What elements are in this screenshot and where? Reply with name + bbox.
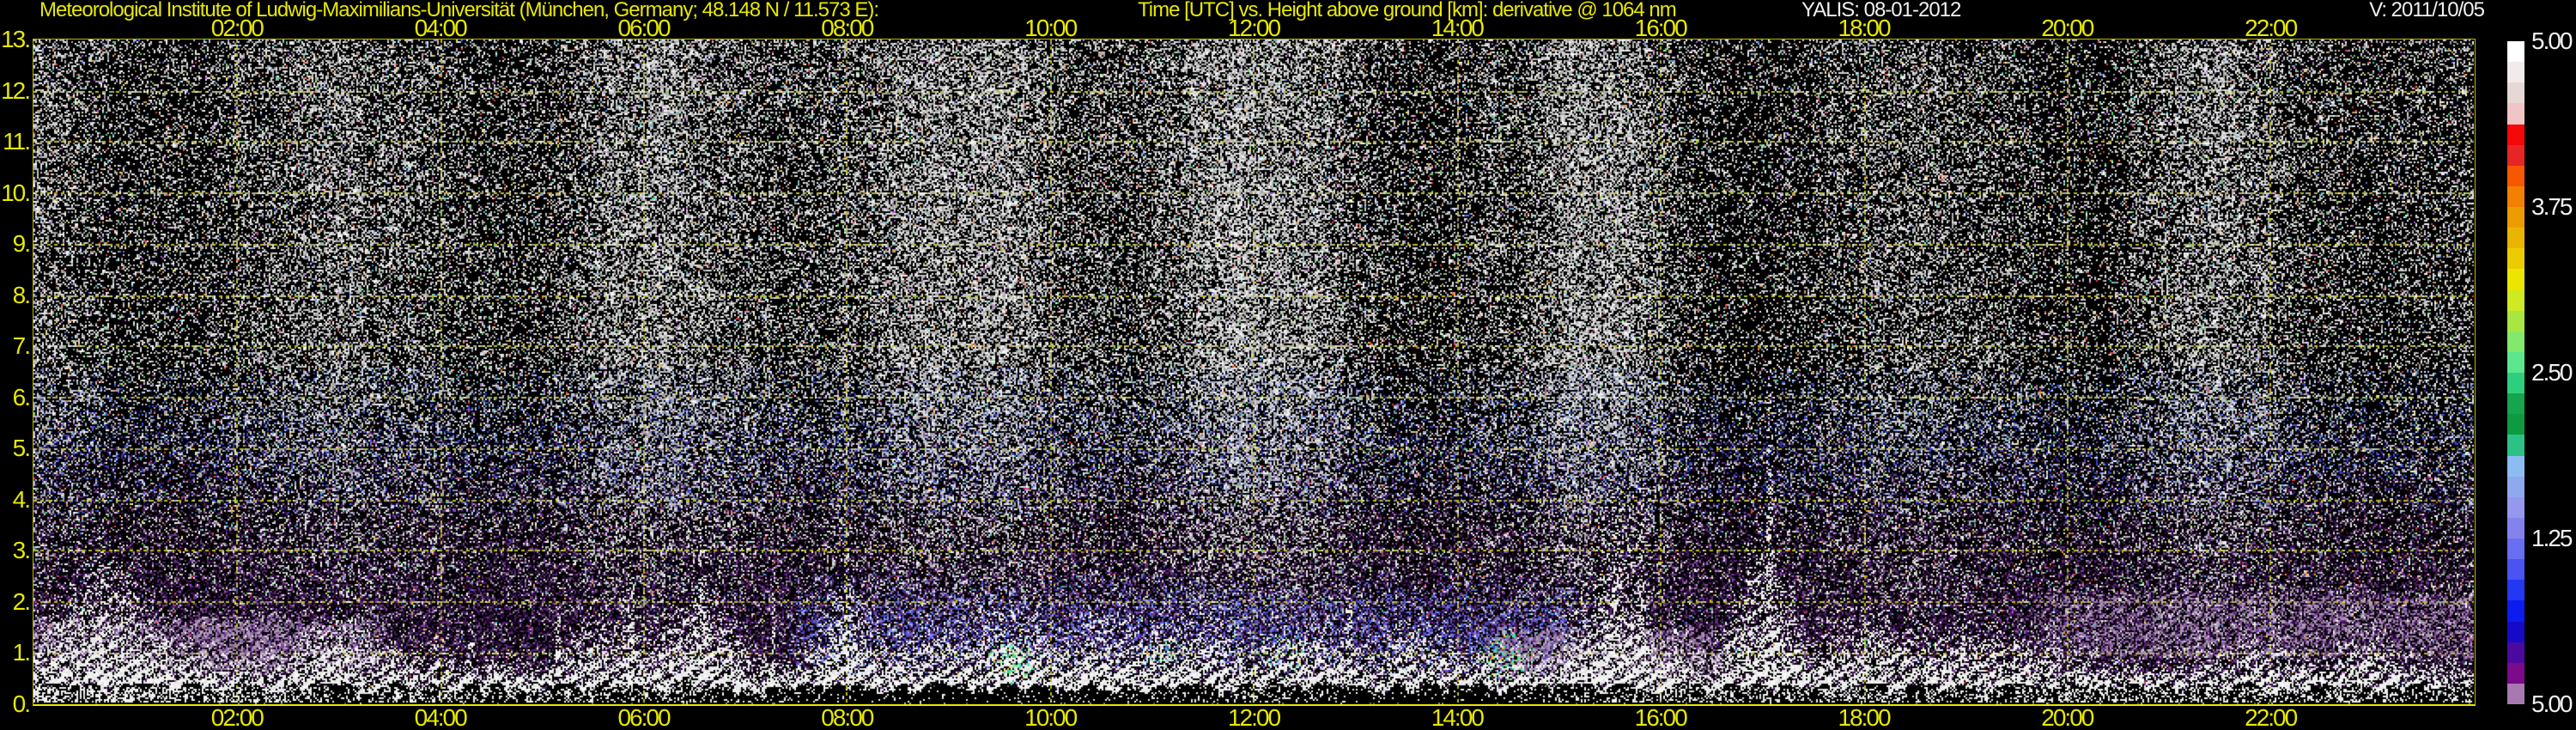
colorbar-segment: [2507, 600, 2524, 622]
colorbar-segment: [2507, 476, 2524, 497]
y-tick-label: 10.: [1, 179, 31, 206]
colorbar-segment: [2507, 82, 2524, 104]
colorbar-segment: [2507, 186, 2524, 207]
lidar-heatmap: [33, 40, 2474, 704]
x-tick-label: 04:00: [414, 704, 468, 730]
colorbar-segment: [2507, 165, 2524, 186]
colorbar-segment: [2507, 393, 2524, 415]
x-tick-label: 08:00: [821, 704, 874, 730]
x-tick-label: 12:00: [1227, 704, 1281, 730]
colorbar-segment: [2507, 351, 2524, 373]
plot-title: Time [UTC] vs. Height above ground [km]:…: [1138, 0, 1677, 21]
y-tick-label: 5.: [12, 435, 31, 462]
colorbar-segment: [2507, 642, 2524, 663]
x-tick-label: 18:00: [1838, 704, 1891, 730]
lidar-quicklook: Meteorological Institute of Ludwig-Maxim…: [0, 0, 2576, 730]
y-tick-label: 11.: [3, 128, 31, 155]
colorbar-segment: [2507, 103, 2524, 125]
y-tick-label: 4.: [12, 485, 31, 513]
y-tick-label: 0.: [12, 690, 31, 717]
colorbar-segment: [2507, 289, 2524, 311]
colorbar-segment: [2507, 559, 2524, 581]
colorbar-segment: [2507, 580, 2524, 601]
version-label: V: 2011/10/05: [2369, 0, 2485, 21]
x-tick-label: 20:00: [2041, 15, 2094, 41]
y-tick-label: 8.: [12, 281, 31, 308]
colorbar-label: 1.25: [2531, 525, 2573, 551]
colorbar-label: 2.50: [2531, 359, 2573, 386]
x-tick-label: 12:00: [1227, 15, 1281, 41]
x-tick-label: 14:00: [1431, 15, 1485, 41]
colorbar-segment: [2507, 538, 2524, 560]
x-tick-label: 22:00: [2245, 15, 2298, 41]
colorbar-segment: [2507, 373, 2524, 394]
y-tick-label: 7.: [12, 332, 31, 360]
x-tick-label: 10:00: [1024, 704, 1078, 730]
colorbar-segment: [2507, 414, 2524, 435]
x-tick-label: 16:00: [1634, 15, 1688, 41]
y-tick-label: 12.: [1, 76, 31, 104]
y-tick-label: 6.: [12, 383, 31, 411]
x-tick-label: 18:00: [1838, 15, 1891, 41]
x-tick-label: 06:00: [617, 704, 671, 730]
colorbar-segment: [2507, 455, 2524, 477]
x-tick-label: 14:00: [1431, 704, 1485, 730]
x-tick-label: 02:00: [210, 15, 264, 41]
colorbar-label: 5.00: [2531, 690, 2573, 717]
y-tick-label: 1.: [12, 639, 31, 666]
colorbar-segment: [2507, 517, 2524, 538]
x-tick-label: 06:00: [617, 15, 671, 41]
colorbar-segment: [2507, 435, 2524, 456]
x-tick-label: 10:00: [1024, 15, 1078, 41]
y-tick-label: 13.: [1, 26, 31, 52]
colorbar-segment: [2507, 310, 2524, 332]
colorbar-label: 3.75: [2531, 193, 2573, 220]
colorbar-segment: [2507, 683, 2524, 704]
y-tick-label: 2.: [12, 587, 31, 615]
colorbar: [2507, 41, 2524, 704]
colorbar-segment: [2507, 207, 2524, 228]
colorbar-segment: [2507, 621, 2524, 642]
x-tick-label: 04:00: [414, 15, 468, 41]
x-tick-label: 22:00: [2245, 704, 2298, 730]
colorbar-segment: [2507, 124, 2524, 145]
x-tick-label: 16:00: [1634, 704, 1688, 730]
colorbar-segment: [2507, 62, 2524, 83]
x-tick-label: 08:00: [821, 15, 874, 41]
y-tick-label: 3.: [12, 537, 31, 564]
x-tick-label: 20:00: [2041, 704, 2094, 730]
x-tick-label: 02:00: [210, 704, 264, 730]
colorbar-segment: [2507, 248, 2524, 270]
colorbar-segment: [2507, 269, 2524, 290]
colorbar-segment: [2507, 331, 2524, 352]
colorbar-segment: [2507, 662, 2524, 684]
colorbar-segment: [2507, 144, 2524, 166]
colorbar-label: 5.00: [2531, 27, 2573, 54]
colorbar-segment: [2507, 496, 2524, 518]
colorbar-segment: [2507, 228, 2524, 249]
colorbar-segment: [2507, 41, 2524, 63]
y-tick-label: 9.: [12, 230, 31, 258]
